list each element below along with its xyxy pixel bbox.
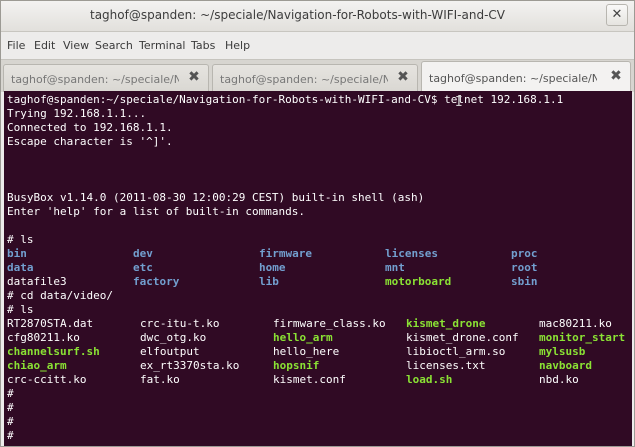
directory-entry: data [7,261,34,274]
menu-edit[interactable]: Edit [34,39,55,52]
directory-entry: etc [133,261,153,274]
tab-1[interactable]: taghof@spanden: ~/speciale/Navig... ✖ [3,64,209,92]
close-icon: ✕ [611,7,623,22]
executable-entry: kismet_drone [406,317,486,330]
file-entry: firmware_class.ko [273,317,386,330]
executable-entry: load.sh [406,373,453,386]
file-entry: kismet_drone.conf [406,331,519,344]
close-icon[interactable]: ✖ [608,68,624,84]
tab-2[interactable]: taghof@spanden: ~/speciale/Navig... ✖ [212,64,418,92]
executable-entry: navboard [539,359,592,372]
terminal-line: BusyBox v1.14.0 (2011-08-30 12:00:29 CES… [7,191,425,204]
menu-file[interactable]: File [7,39,25,52]
file-entry: RT2870STA.dat [7,317,94,330]
tab-label: taghof@spanden: ~/speciale/Navig... [11,73,179,86]
file-entry: dwc_otg.ko [140,331,207,344]
terminal-line: # ls [7,233,34,246]
directory-entry: lib [259,275,279,288]
file-entry: mac80211.ko [539,317,612,330]
directory-entry: proc [511,247,538,260]
directory-entry: firmware [259,247,312,260]
directory-entry: factory [133,275,180,288]
terminal-line: # [7,415,14,428]
file-entry: ex_rt3370sta.ko [140,359,240,372]
directory-entry: mnt [385,261,405,274]
tab-bar: taghof@spanden: ~/speciale/Navig... ✖ ta… [1,59,634,92]
tab-label: taghof@spanden: ~/speciale/Navig... [220,73,388,86]
executable-entry: hello_arm [273,331,333,344]
directory-entry: dev [133,247,153,260]
menu-view[interactable]: View [63,39,89,52]
title-bar[interactable]: taghof@spanden: ~/speciale/Navigation-fo… [1,1,634,32]
file-entry: hello_here [273,345,340,358]
close-icon[interactable]: ✖ [395,69,411,85]
terminal-output[interactable]: taghof@spanden:~/speciale/Navigation-for… [4,91,632,446]
menu-search[interactable]: Search [95,39,133,52]
close-icon[interactable]: ✖ [186,69,202,85]
tab-3[interactable]: taghof@spanden: ~/speciale/Navig... ✖ [421,61,631,92]
file-entry: libioctl_arm.so [406,345,506,358]
executable-entry: motorboard [385,275,452,288]
file-entry: kismet.conf [273,373,346,386]
terminal-line: Enter 'help' for a list of built-in comm… [7,205,306,218]
terminal-line: taghof@spanden:~/speciale/Navigation-for… [7,93,564,106]
directory-entry: root [511,261,538,274]
window-close-button[interactable]: ✕ [606,4,628,26]
terminal-line: Connected to 192.168.1.1. [7,121,173,134]
menu-help[interactable]: Help [225,39,250,52]
directory-entry: sbin [511,275,538,288]
file-entry: cfg80211.ko [7,331,80,344]
menu-terminal[interactable]: Terminal [139,39,186,52]
directory-entry: bin [7,247,27,260]
executable-entry: channelsurf.sh [7,345,100,358]
terminal-window: taghof@spanden: ~/speciale/Navigation-fo… [0,0,635,447]
file-entry: crc-ccitt.ko [7,373,87,386]
menu-tabs[interactable]: Tabs [191,39,215,52]
file-entry: crc-itu-t.ko [140,317,220,330]
executable-entry: hopsnif [273,359,320,372]
executable-entry: mylsusb [539,345,586,358]
directory-entry: licenses [385,247,438,260]
file-entry: licenses.txt [406,359,486,372]
terminal-line: # [7,429,14,442]
window-title: taghof@spanden: ~/speciale/Navigation-fo… [89,8,505,22]
menu-bar: File Edit View Search Terminal Tabs Help [1,32,634,59]
terminal-line: # cd data/video/ [7,289,113,302]
executable-entry: chiao_arm [7,359,67,372]
directory-entry: home [259,261,286,274]
file-entry: datafile3 [7,275,67,288]
file-entry: elfoutput [140,345,200,358]
tab-label: taghof@spanden: ~/speciale/Navig... [429,72,597,85]
terminal-line: Trying 192.168.1.1... [7,107,147,120]
terminal-line: # [7,387,14,400]
executable-entry: monitor_start [539,331,626,344]
text-cursor-icon: I [455,95,463,110]
file-entry: fat.ko [140,373,180,386]
terminal-line: # [7,401,14,414]
file-entry: nbd.ko [539,373,579,386]
terminal-line: Escape character is '^]'. [7,135,173,148]
terminal-line: # ls [7,303,34,316]
